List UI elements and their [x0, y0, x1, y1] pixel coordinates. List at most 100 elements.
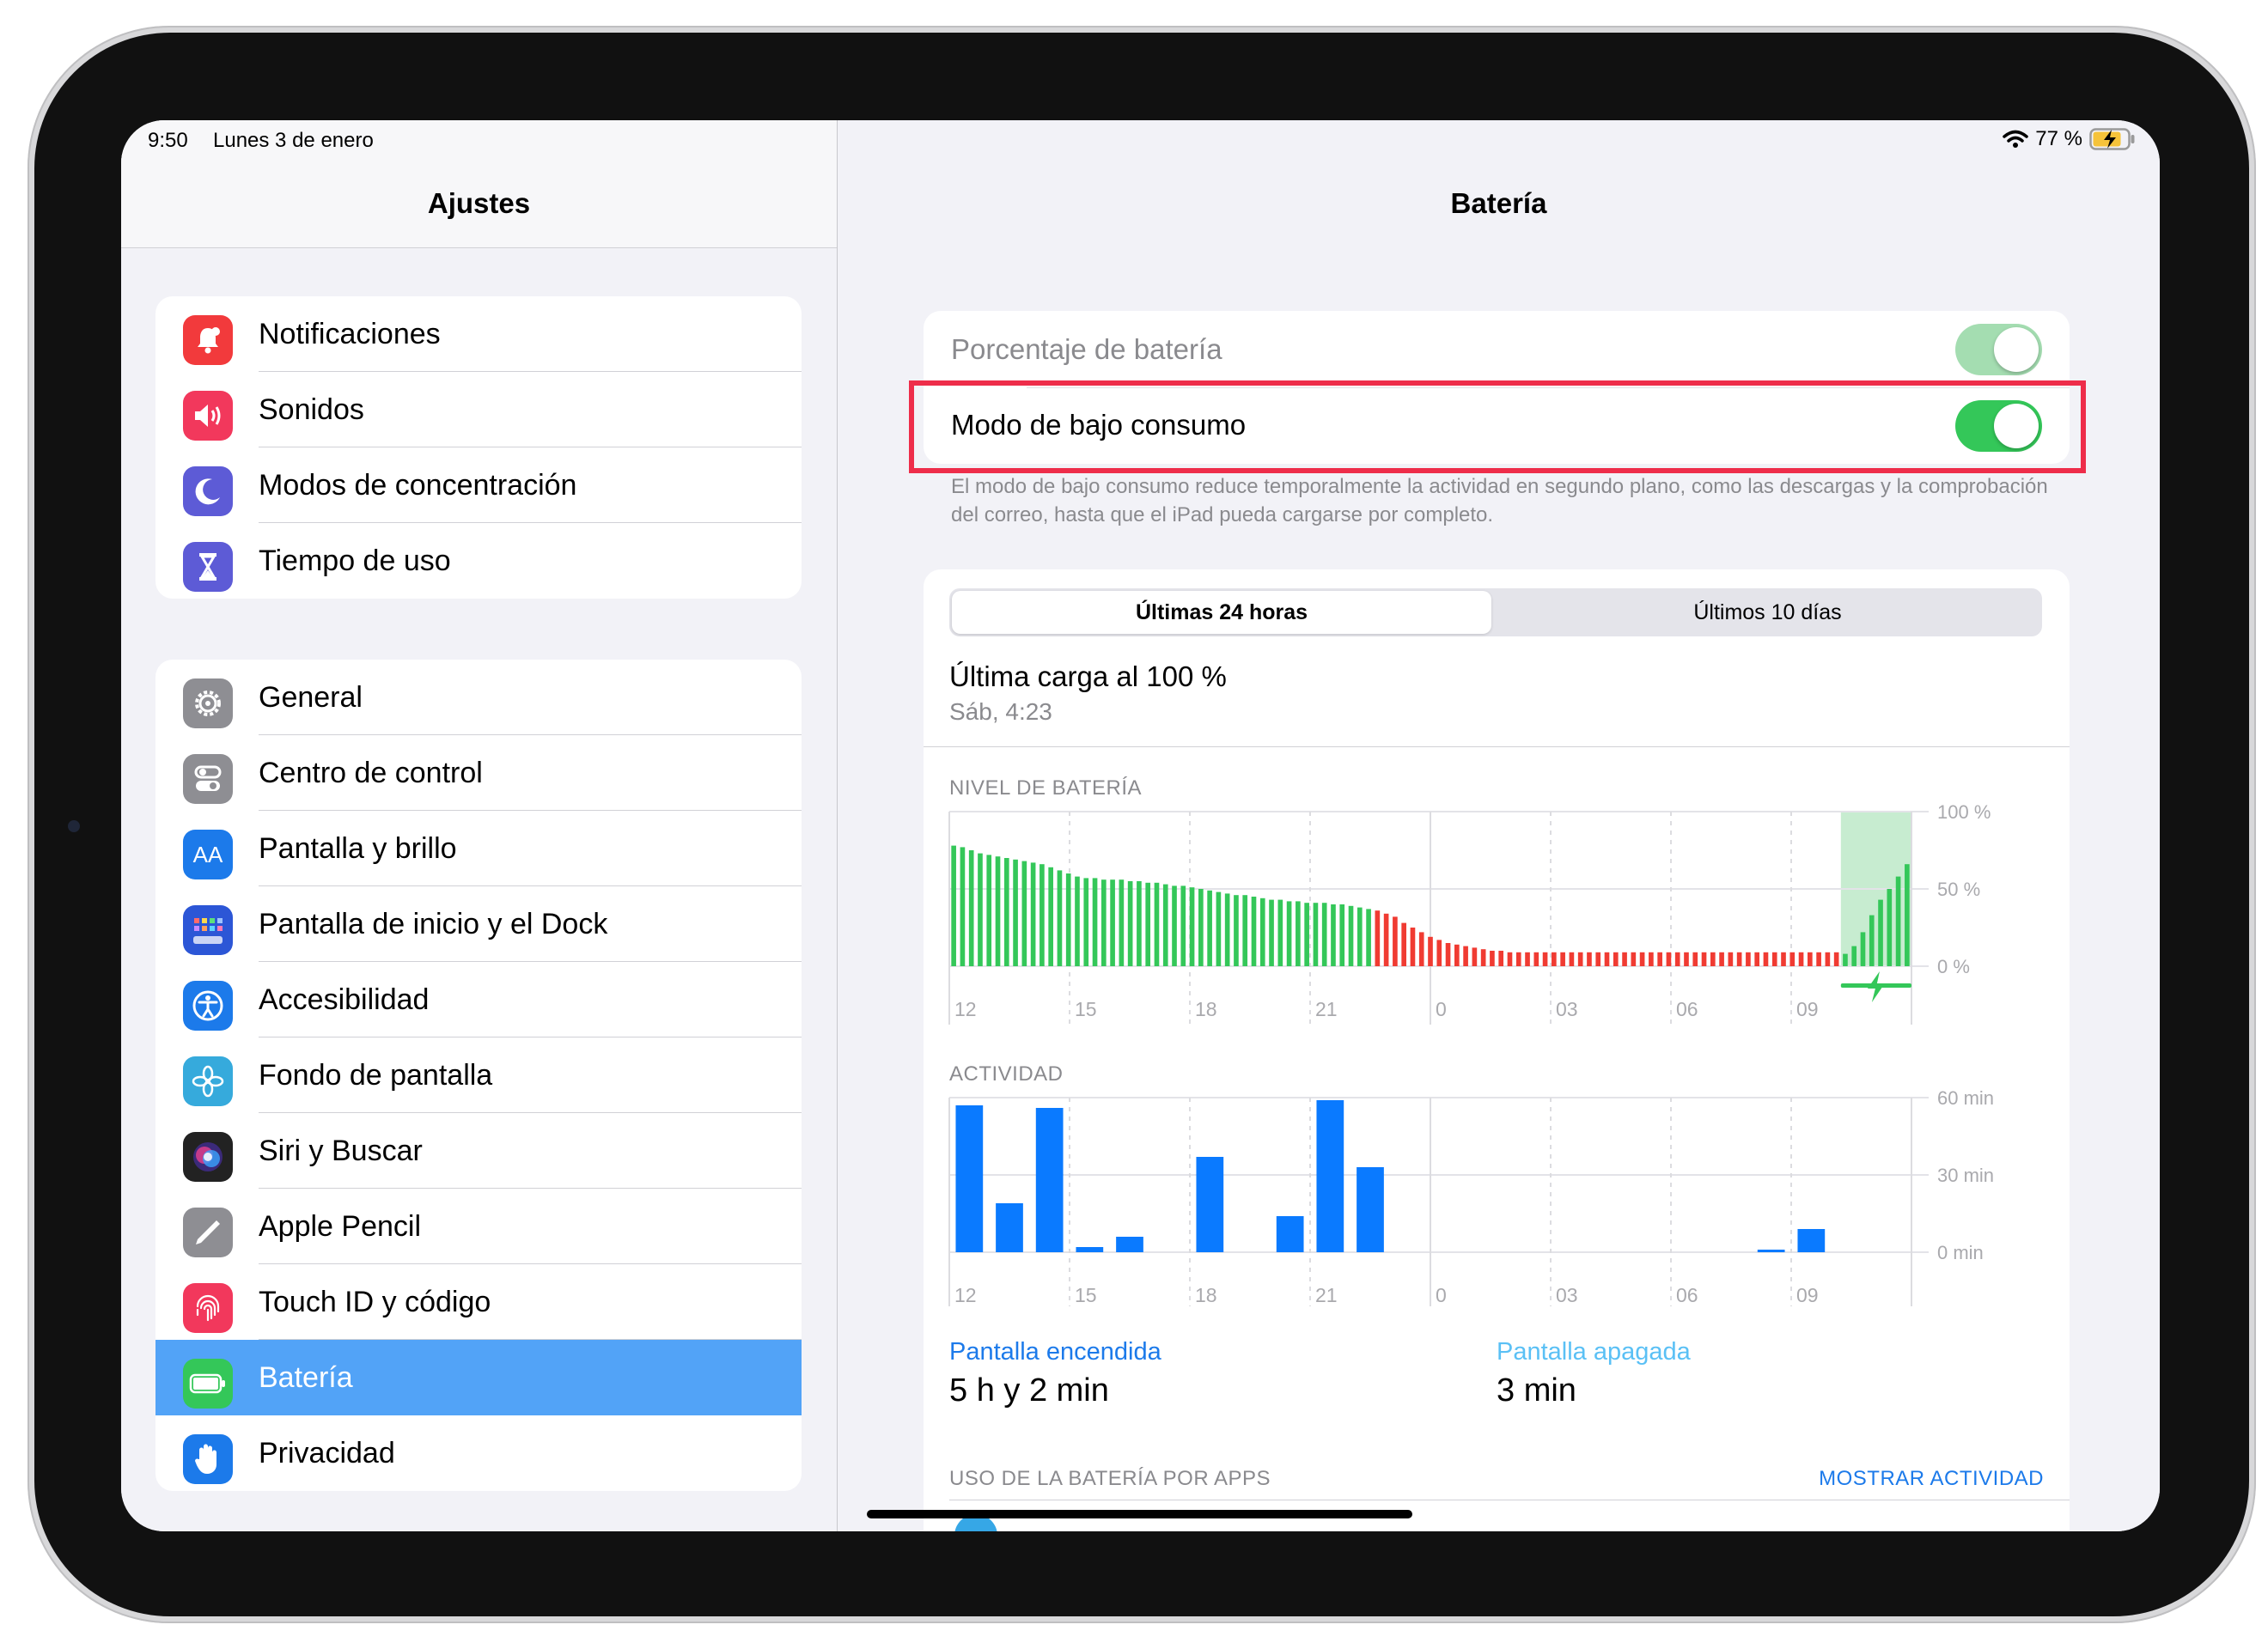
battery-level-bar [986, 855, 992, 966]
hand-icon [183, 1434, 233, 1484]
page-title: Batería [1450, 187, 1547, 219]
y-tick-label: 30 min [1937, 1165, 1994, 1186]
y-tick-label: 0 min [1937, 1242, 1984, 1263]
battery-level-bar [1887, 889, 1893, 966]
battery-level-bar [1631, 952, 1637, 966]
battery-level-bar [1048, 867, 1053, 966]
battery-level-bar [1137, 881, 1142, 966]
status-date: Lunes 3 de enero [213, 129, 374, 152]
battery-level-bar [1375, 910, 1381, 966]
low-power-footer: El modo de bajo consumo reduce temporalm… [951, 475, 2048, 526]
sidebar-item-apple-pencil[interactable]: Apple Pencil [155, 1189, 802, 1264]
battery-level-bar [1878, 899, 1883, 966]
battery-level-bar [1595, 952, 1601, 966]
battery-level-bar [1480, 949, 1486, 966]
range-segmented-control: Últimas 24 horas Últimos 10 días [949, 588, 2042, 636]
sidebar-item-notificaciones[interactable]: Notificaciones [155, 296, 802, 372]
sidebar-item-fondo-de-pantalla[interactable]: Fondo de pantalla [155, 1037, 802, 1113]
battery-level-bar [1410, 928, 1416, 966]
battery-level-bar [1843, 953, 1848, 966]
sidebar-item-privacidad[interactable]: Privacidad [155, 1415, 802, 1491]
battery-level-bar [1013, 859, 1018, 966]
sidebar-item-label: Pantalla de inicio y el Dock [259, 908, 608, 940]
x-tick-label: 06 [1676, 998, 1698, 1020]
battery-level-bar [1145, 882, 1151, 966]
sidebar-item-modos-de-concentracion[interactable]: Modos de concentración [155, 447, 802, 523]
battery-percentage: 77 % [2035, 127, 2082, 150]
y-tick-label: 0 % [1937, 956, 1970, 977]
tab-10-days[interactable]: Últimos 10 días [1496, 591, 2039, 634]
status-bar: 9:50 Lunes 3 de enero 77 % [121, 120, 2160, 163]
sidebar-item-pantalla-de-inicio[interactable]: Pantalla de inicio y el Dock [155, 886, 802, 962]
battery-level-bar [1234, 895, 1239, 966]
battery-level-bar [1057, 870, 1063, 966]
battery-level-bar [1860, 932, 1866, 966]
battery-level-bar [1649, 952, 1654, 966]
sidebar-item-label: Modos de concentración [259, 469, 577, 502]
sidebar-item-touch-id[interactable]: Touch ID y código [155, 1264, 802, 1340]
y-tick-label: 60 min [1937, 1087, 1994, 1109]
sidebar-item-label: Notificaciones [259, 318, 441, 350]
tab-24-hours[interactable]: Últimas 24 horas [952, 591, 1491, 634]
battery-level-bar [1577, 952, 1583, 966]
battery-level-bar [1119, 879, 1125, 966]
sidebar-item-tiempo-de-uso[interactable]: Tiempo de uso [155, 523, 802, 599]
battery-level-bar [1083, 878, 1089, 966]
sidebar-item-sonidos[interactable]: Sonidos [155, 372, 802, 447]
battery-level-bar [1525, 952, 1530, 966]
gear-icon [183, 678, 233, 728]
battery-level-bar [1436, 940, 1442, 966]
sidebar-item-accesibilidad[interactable]: Accesibilidad [155, 962, 802, 1037]
battery-charging-icon [2089, 128, 2135, 150]
show-activity-button[interactable]: MOSTRAR ACTIVIDAD [1819, 1467, 2044, 1491]
battery-level-bar [1851, 946, 1857, 966]
battery-level-bar [1808, 952, 1813, 966]
sidebar-item-siri-y-buscar[interactable]: Siri y Buscar [155, 1113, 802, 1189]
accessibility-icon [183, 981, 233, 1031]
battery-percentage-label: Porcentaje de batería [951, 333, 1222, 365]
battery-level-bar [968, 850, 974, 966]
battery-level-bar [1507, 952, 1513, 966]
battery-level-bar [1428, 936, 1433, 966]
sidebar-item-centro-de-control[interactable]: Centro de control [155, 735, 802, 811]
settings-group-1: Notificaciones Sonidos Modos de concentr… [155, 296, 802, 599]
battery-level-bar [1666, 952, 1672, 966]
battery-level-bar [1304, 903, 1309, 966]
x-tick-label: 12 [954, 998, 977, 1020]
battery-level-bar [1763, 952, 1769, 966]
status-time: 9:50 [148, 129, 188, 152]
moon-icon [183, 466, 233, 516]
sidebar-item-general[interactable]: General [155, 660, 802, 735]
front-camera [68, 820, 80, 832]
x-tick-label: 03 [1556, 998, 1578, 1020]
sidebar-item-label: Siri y Buscar [259, 1135, 423, 1167]
battery-level-bar [1825, 952, 1831, 966]
battery-level-bar [1154, 882, 1160, 966]
battery-level-bar [1401, 922, 1406, 966]
x-tick-label: 18 [1195, 1284, 1217, 1306]
sidebar-item-label: Accesibilidad [259, 983, 430, 1016]
sidebar-item-pantalla-y-brillo[interactable]: AA Pantalla y brillo [155, 811, 802, 886]
battery-level-bar [1127, 881, 1133, 966]
sidebar-item-bateria[interactable]: Batería [155, 1340, 802, 1415]
battery-level-bar [1692, 952, 1698, 966]
battery-level-bar [1542, 952, 1548, 966]
charging-bolt-icon [1867, 971, 1885, 1002]
battery-level-bar [1833, 952, 1839, 966]
battery-level-bar [1366, 909, 1371, 966]
battery-level-bar [1348, 905, 1354, 966]
flower-icon [183, 1056, 233, 1106]
battery-level-bar [1798, 952, 1804, 966]
battery-level-bar [1754, 952, 1760, 966]
battery-percentage-toggle[interactable] [1955, 324, 2042, 375]
battery-level-bar [1463, 946, 1468, 966]
battery-level-bar [1710, 952, 1716, 966]
sidebar-item-label: Touch ID y código [259, 1286, 491, 1318]
activity-bar [955, 1105, 984, 1252]
battery-level-bar [1286, 901, 1292, 966]
sidebar-item-label: Apple Pencil [259, 1210, 422, 1243]
usage-by-apps-header: USO DE LA BATERÍA POR APPS [949, 1467, 1271, 1490]
activity-bar [1357, 1167, 1384, 1252]
x-tick-label: 09 [1796, 1284, 1819, 1306]
battery-level-bar [1569, 952, 1575, 966]
